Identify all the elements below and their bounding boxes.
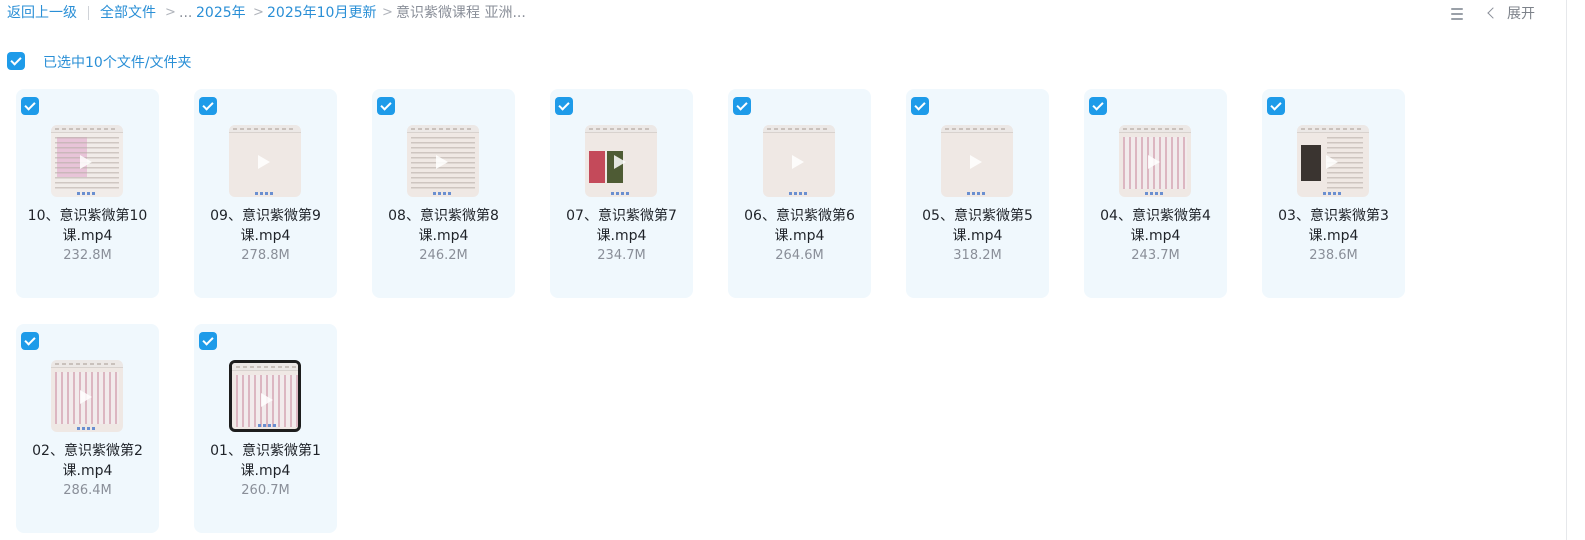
file-card[interactable]: 02、意识紫微第2 课.mp4 286.4M	[16, 324, 159, 533]
file-name-line: 课.mp4	[62, 463, 113, 479]
file-checkbox[interactable]	[199, 97, 217, 115]
file-size: 278.8M	[241, 248, 290, 263]
file-checkbox[interactable]	[377, 97, 395, 115]
expand-button[interactable]: 展开	[1507, 5, 1535, 23]
file-size: 246.2M	[419, 248, 468, 263]
file-card[interactable]: 03、意识紫微第3 课.mp4 238.6M	[1262, 89, 1405, 298]
back-link[interactable]: 返回上一级	[7, 4, 77, 22]
file-size: 318.2M	[953, 248, 1002, 263]
file-name-line: 课.mp4	[1130, 228, 1181, 244]
file-name: 04、意识紫微第4 课.mp4	[1084, 206, 1227, 246]
play-icon	[970, 155, 982, 169]
video-thumbnail	[941, 125, 1013, 197]
file-size: 232.8M	[63, 248, 112, 263]
file-card[interactable]: 05、意识紫微第5 课.mp4 318.2M	[906, 89, 1049, 298]
file-card[interactable]: 04、意识紫微第4 课.mp4 243.7M	[1084, 89, 1227, 298]
file-name: 09、意识紫微第9 课.mp4	[194, 206, 337, 246]
file-name: 01、意识紫微第1 课.mp4	[194, 441, 337, 481]
play-icon	[80, 390, 92, 404]
top-bar: 返回上一级 全部文件 > ... 2025年 > 2025年10月更新 > 意识…	[0, 0, 1585, 28]
video-thumbnail	[407, 125, 479, 197]
file-checkbox[interactable]	[1089, 97, 1107, 115]
play-icon	[1148, 155, 1160, 169]
file-name-line: 课.mp4	[774, 228, 825, 244]
file-card[interactable]: 09、意识紫微第9 课.mp4 278.8M	[194, 89, 337, 298]
file-name-line: 课.mp4	[418, 228, 469, 244]
file-name-line: 课.mp4	[1308, 228, 1359, 244]
chevron-left-icon[interactable]	[1485, 4, 1497, 22]
file-checkbox[interactable]	[733, 97, 751, 115]
play-icon	[614, 155, 626, 169]
play-icon	[258, 155, 270, 169]
play-icon	[792, 155, 804, 169]
file-size: 238.6M	[1309, 248, 1358, 263]
file-name-line: 07、意识紫微第7	[566, 208, 677, 224]
breadcrumb-month[interactable]: 2025年10月更新	[267, 4, 376, 22]
file-name: 10、意识紫微第10 课.mp4	[16, 206, 159, 246]
file-card[interactable]: 06、意识紫微第6 课.mp4 264.6M	[728, 89, 871, 298]
file-name-line: 课.mp4	[240, 463, 291, 479]
play-icon	[1326, 155, 1338, 169]
select-all-checkbox[interactable]	[7, 52, 25, 70]
file-name: 07、意识紫微第7 课.mp4	[550, 206, 693, 246]
video-thumbnail	[51, 125, 123, 197]
file-name-line: 课.mp4	[240, 228, 291, 244]
file-name-line: 04、意识紫微第4	[1100, 208, 1211, 224]
file-checkbox[interactable]	[1267, 97, 1285, 115]
file-name-line: 课.mp4	[952, 228, 1003, 244]
file-name-line: 01、意识紫微第1	[210, 443, 321, 459]
file-name-line: 02、意识紫微第2	[32, 443, 143, 459]
chevron-right-icon: >	[253, 5, 264, 20]
file-name-line: 03、意识紫微第3	[1278, 208, 1389, 224]
file-card[interactable]: 10、意识紫微第10 课.mp4 232.8M	[16, 89, 159, 298]
file-name-line: 课.mp4	[596, 228, 647, 244]
video-thumbnail	[1119, 125, 1191, 197]
file-size: 264.6M	[775, 248, 824, 263]
video-thumbnail	[229, 125, 301, 197]
file-card[interactable]: 07、意识紫微第7 课.mp4 234.7M	[550, 89, 693, 298]
file-name-line: 06、意识紫微第6	[744, 208, 855, 224]
file-name-line: 09、意识紫微第9	[210, 208, 321, 224]
file-size: 234.7M	[597, 248, 646, 263]
file-name: 02、意识紫微第2 课.mp4	[16, 441, 159, 481]
video-thumbnail	[763, 125, 835, 197]
file-checkbox[interactable]	[21, 97, 39, 115]
file-card[interactable]: 01、意识紫微第1 课.mp4 260.7M	[194, 324, 337, 533]
file-size: 243.7M	[1131, 248, 1180, 263]
chevron-right-icon: >	[382, 5, 393, 20]
file-name-line: 课.mp4	[62, 228, 113, 244]
scrollbar-track[interactable]	[1566, 0, 1567, 540]
video-thumbnail	[229, 360, 301, 432]
file-checkbox[interactable]	[555, 97, 573, 115]
breadcrumb-divider	[88, 6, 89, 20]
video-thumbnail	[585, 125, 657, 197]
video-thumbnail	[1297, 125, 1369, 197]
file-name-line: 08、意识紫微第8	[388, 208, 499, 224]
file-checkbox[interactable]	[199, 332, 217, 350]
file-checkbox[interactable]	[21, 332, 39, 350]
list-view-icon[interactable]	[1450, 7, 1464, 21]
file-name: 06、意识紫微第6 课.mp4	[728, 206, 871, 246]
file-size: 260.7M	[241, 483, 290, 498]
file-name-line: 05、意识紫微第5	[922, 208, 1033, 224]
file-checkbox[interactable]	[911, 97, 929, 115]
file-size: 286.4M	[63, 483, 112, 498]
video-thumbnail	[51, 360, 123, 432]
play-icon	[436, 155, 448, 169]
play-icon	[261, 393, 273, 407]
file-name: 08、意识紫微第8 课.mp4	[372, 206, 515, 246]
selection-count: 已选中10个文件/文件夹	[43, 55, 192, 71]
file-name: 05、意识紫微第5 课.mp4	[906, 206, 1049, 246]
file-card[interactable]: 08、意识紫微第8 课.mp4 246.2M	[372, 89, 515, 298]
breadcrumb-year[interactable]: 2025年	[196, 4, 246, 22]
file-name: 03、意识紫微第3 课.mp4	[1262, 206, 1405, 246]
breadcrumb-ellipsis[interactable]: ...	[179, 4, 192, 22]
breadcrumb-all-files[interactable]: 全部文件	[100, 4, 156, 22]
breadcrumb-current: 意识紫微课程 亚洲...	[396, 5, 526, 21]
chevron-right-icon: >	[165, 5, 176, 20]
play-icon	[80, 155, 92, 169]
file-name-line: 10、意识紫微第10	[27, 208, 148, 224]
